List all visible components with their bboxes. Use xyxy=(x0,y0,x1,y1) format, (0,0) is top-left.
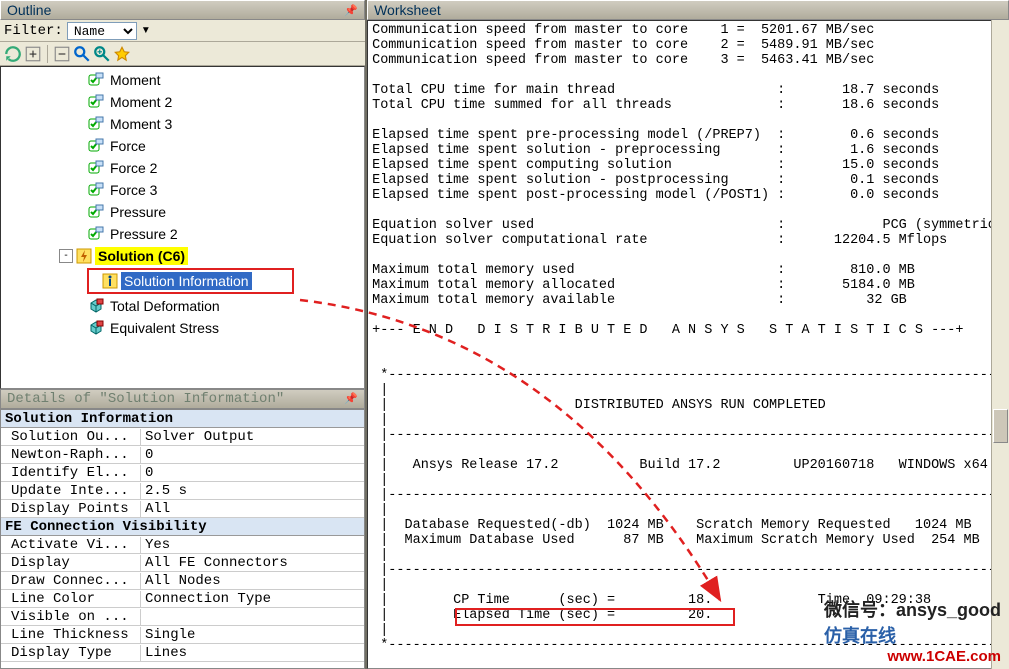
collapse-icon[interactable] xyxy=(53,45,71,63)
check-icon xyxy=(87,116,105,132)
grid-row[interactable]: Display TypeLines xyxy=(1,644,364,662)
filter-label: Filter: xyxy=(4,23,63,39)
grid-category: Solution Information xyxy=(1,410,364,428)
check-icon xyxy=(87,72,105,88)
grid-row[interactable]: Solution Ou...Solver Output xyxy=(1,428,364,446)
search-icon[interactable] xyxy=(73,45,91,63)
grid-key: Display Points xyxy=(1,501,141,517)
tree-item[interactable]: Pressure 2 xyxy=(1,223,364,245)
grid-key: Draw Connec... xyxy=(1,573,141,589)
check-icon xyxy=(87,182,105,198)
highlight-solution-info: Solution Information xyxy=(87,268,294,294)
check-icon xyxy=(87,138,105,154)
tree-item[interactable]: Total Deformation xyxy=(1,295,364,317)
outline-tree[interactable]: Moment Moment 2 Moment 3 Force Force 2 Force … xyxy=(0,66,365,389)
tree-label: Force 3 xyxy=(107,181,160,199)
tree-item[interactable]: Moment xyxy=(1,69,364,91)
filter-bar: Filter: Name ▼ xyxy=(0,20,365,42)
grid-val[interactable]: 0 xyxy=(141,447,364,463)
grid-key: Solution Ou... xyxy=(1,429,141,445)
info-icon xyxy=(101,273,119,289)
zoom-icon[interactable] xyxy=(93,45,111,63)
tree-item[interactable]: Force 3 xyxy=(1,179,364,201)
tree-label: Equivalent Stress xyxy=(107,319,222,337)
grid-key: Identify El... xyxy=(1,465,141,481)
grid-key: Activate Vi... xyxy=(1,537,141,553)
grid-row[interactable]: Identify El...0 xyxy=(1,464,364,482)
grid-val[interactable]: Solver Output xyxy=(141,429,364,445)
worksheet-body: Communication speed from master to core … xyxy=(367,20,1009,669)
tree-label: Moment 3 xyxy=(107,115,175,133)
grid-key: Newton-Raph... xyxy=(1,447,141,463)
tree-item[interactable]: Force xyxy=(1,135,364,157)
tree-item[interactable]: Force 2 xyxy=(1,157,364,179)
grid-key: Visible on ... xyxy=(1,609,141,625)
tree-label: Pressure xyxy=(107,203,169,221)
tree-item[interactable]: - Solution (C6) xyxy=(1,245,364,267)
details-grid[interactable]: Solution InformationSolution Ou...Solver… xyxy=(0,409,365,669)
tree-label: Solution Information xyxy=(121,272,252,290)
tree-item[interactable]: Equivalent Stress xyxy=(1,317,364,339)
highlight-elapsed-time xyxy=(455,608,735,626)
grid-row[interactable]: Update Inte...2.5 s xyxy=(1,482,364,500)
grid-key: Display xyxy=(1,555,141,571)
grid-val[interactable]: All xyxy=(141,501,364,517)
outline-header: Outline 📌 xyxy=(0,0,365,20)
grid-row[interactable]: Draw Connec...All Nodes xyxy=(1,572,364,590)
cube-icon xyxy=(87,320,105,336)
grid-row[interactable]: Line ColorConnection Type xyxy=(1,590,364,608)
grid-key: Display Type xyxy=(1,645,141,661)
pin-icon[interactable]: 📌 xyxy=(344,4,358,17)
grid-val[interactable]: All Nodes xyxy=(141,573,364,589)
nav-icon[interactable] xyxy=(113,45,131,63)
tree-label: Moment 2 xyxy=(107,93,175,111)
grid-key: Line Color xyxy=(1,591,141,607)
grid-row[interactable]: DisplayAll FE Connectors xyxy=(1,554,364,572)
grid-val[interactable]: 0 xyxy=(141,465,364,481)
watermark: 微信号：ansys_good 仿真在线 www.1CAE.com xyxy=(824,596,1001,665)
tree-label: Force 2 xyxy=(107,159,160,177)
tree-toggle[interactable]: - xyxy=(59,249,73,263)
tree-label: Total Deformation xyxy=(107,297,223,315)
grid-row[interactable]: Visible on ... xyxy=(1,608,364,626)
outline-title: Outline xyxy=(7,2,51,18)
grid-key: Line Thickness xyxy=(1,627,141,643)
check-icon xyxy=(87,94,105,110)
grid-val[interactable]: Single xyxy=(141,627,364,643)
grid-category: FE Connection Visibility xyxy=(1,518,364,536)
grid-row[interactable]: Display PointsAll xyxy=(1,500,364,518)
check-icon xyxy=(87,226,105,242)
tree-label: Pressure 2 xyxy=(107,225,181,243)
grid-val[interactable]: Yes xyxy=(141,537,364,553)
check-icon xyxy=(87,204,105,220)
grid-row[interactable]: Newton-Raph...0 xyxy=(1,446,364,464)
grid-val[interactable]: Lines xyxy=(141,645,364,661)
vertical-scrollbar[interactable] xyxy=(991,20,1009,669)
check-icon xyxy=(87,160,105,176)
grid-val[interactable]: All FE Connectors xyxy=(141,555,364,571)
grid-key: Update Inte... xyxy=(1,483,141,499)
tree-label: Moment xyxy=(107,71,164,89)
expand-icon[interactable] xyxy=(24,45,42,63)
cube-icon xyxy=(87,298,105,314)
worksheet-header: Worksheet xyxy=(367,0,1009,20)
tree-label: Solution (C6) xyxy=(95,247,188,265)
tree-item[interactable]: Moment 3 xyxy=(1,113,364,135)
tree-item[interactable]: Moment 2 xyxy=(1,91,364,113)
grid-row[interactable]: Activate Vi...Yes xyxy=(1,536,364,554)
grid-val[interactable]: Connection Type xyxy=(141,591,364,607)
refresh-icon[interactable] xyxy=(4,45,22,63)
filter-select[interactable]: Name xyxy=(67,22,137,40)
tree-item[interactable]: Pressure xyxy=(1,201,364,223)
pin-icon[interactable]: 📌 xyxy=(344,392,358,406)
scroll-thumb[interactable] xyxy=(993,409,1008,443)
tree-label: Force xyxy=(107,137,149,155)
grid-val[interactable]: 2.5 s xyxy=(141,483,364,499)
grid-row[interactable]: Line ThicknessSingle xyxy=(1,626,364,644)
outline-toolbar xyxy=(0,42,365,66)
bolt-icon xyxy=(75,248,93,264)
details-header: Details of "Solution Information" 📌 xyxy=(0,389,365,409)
tree-item[interactable]: Solution Information xyxy=(89,270,252,292)
